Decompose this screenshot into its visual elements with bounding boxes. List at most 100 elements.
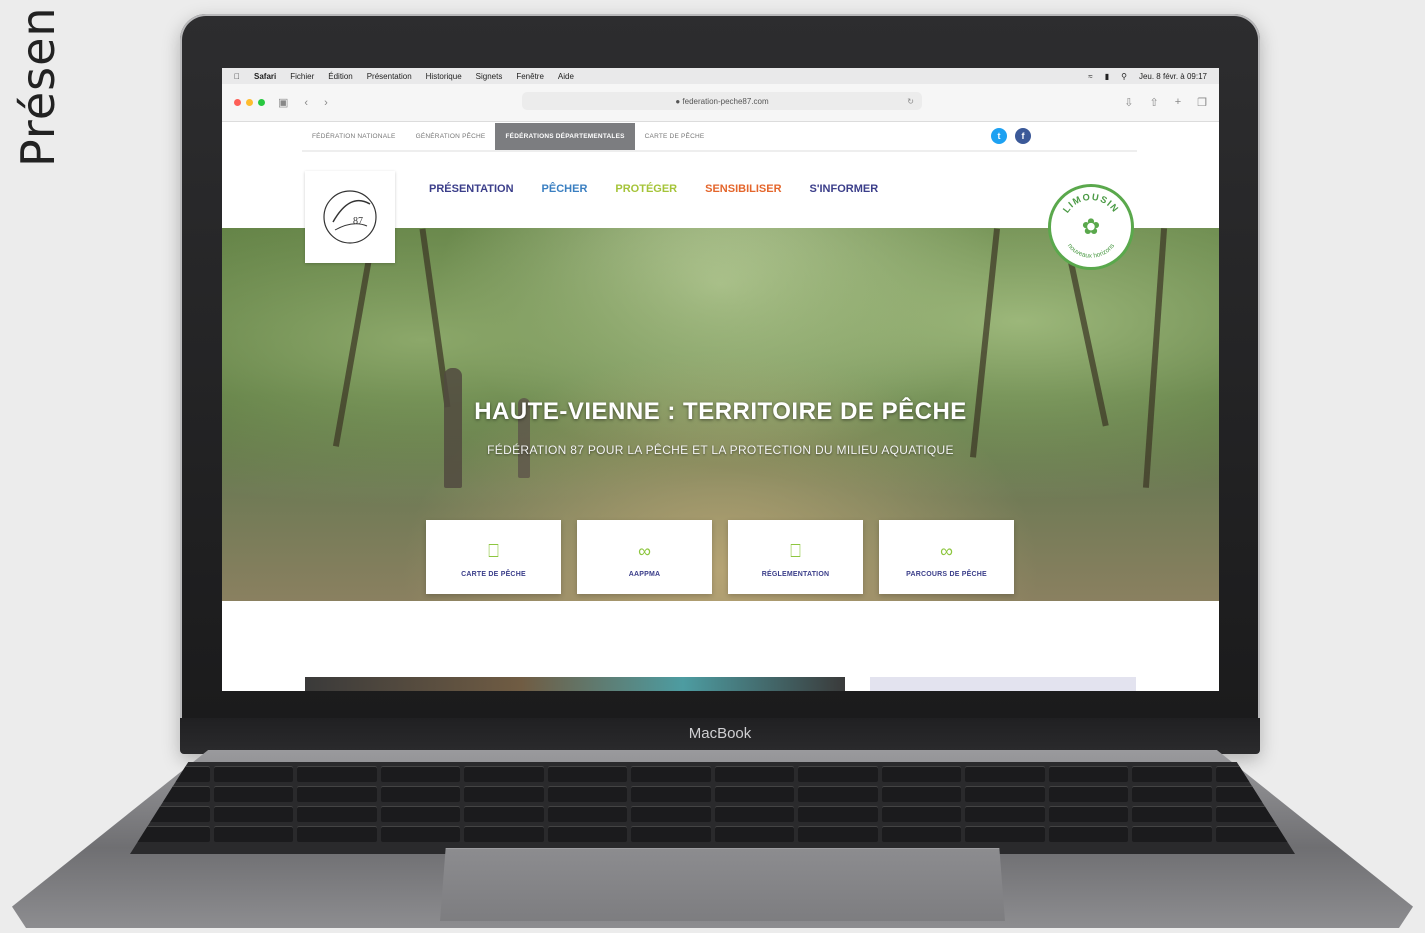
keyboard-key bbox=[881, 826, 961, 842]
topnav-federation-nationale[interactable]: FÉDÉRATION NATIONALE bbox=[302, 123, 406, 150]
card-aappma[interactable]: ∞ AAPPMA bbox=[577, 520, 712, 594]
svg-text:nouveaux horizons: nouveaux horizons bbox=[1066, 242, 1117, 260]
card-label: AAPPMA bbox=[628, 570, 661, 578]
keyboard-key bbox=[881, 766, 961, 782]
minimize-window-button[interactable] bbox=[246, 99, 253, 106]
menu-fichier[interactable]: Fichier bbox=[290, 72, 314, 81]
keyboard-key bbox=[1132, 786, 1212, 802]
fish-icon: ∞ bbox=[638, 540, 651, 561]
forward-icon[interactable]: › bbox=[324, 97, 328, 109]
keyboard-key bbox=[1048, 786, 1128, 802]
keyboard-key bbox=[881, 806, 961, 822]
topnav-federations-departementales[interactable]: FÉDÉRATIONS DÉPARTEMENTALES bbox=[495, 123, 635, 150]
keyboard-key bbox=[1215, 766, 1295, 782]
keyboard-key bbox=[130, 766, 210, 782]
menu-signets[interactable]: Signets bbox=[476, 72, 503, 81]
card-carte-de-peche[interactable]: ⎕ CARTE DE PÊCHE bbox=[426, 520, 561, 594]
key-row bbox=[130, 766, 1295, 782]
reload-icon[interactable]: ↻ bbox=[907, 97, 914, 106]
keyboard-key bbox=[213, 766, 293, 782]
menu-edition[interactable]: Édition bbox=[328, 72, 352, 81]
keyboard-key bbox=[631, 826, 711, 842]
keyboard-key bbox=[798, 806, 878, 822]
card-icon: ⎕ bbox=[488, 540, 499, 561]
trackpad bbox=[440, 848, 1005, 921]
federation-logo-icon: 87 bbox=[323, 190, 377, 244]
sidebar-icon[interactable]: ▣ bbox=[278, 96, 288, 109]
hero-subtitle: FÉDÉRATION 87 POUR LA PÊCHE ET LA PROTEC… bbox=[487, 443, 954, 457]
keyboard-key bbox=[1132, 826, 1212, 842]
keyboard-key bbox=[631, 766, 711, 782]
site-logo[interactable]: 87 bbox=[305, 171, 395, 263]
content-sidebar-strip bbox=[870, 677, 1136, 691]
keyboard-key bbox=[380, 766, 460, 782]
keyboard-key bbox=[297, 786, 377, 802]
url-text: federation-peche87.com bbox=[682, 96, 769, 106]
apple-icon[interactable]:  bbox=[234, 72, 240, 81]
wifi-icon[interactable]: ≈ bbox=[1088, 72, 1092, 81]
card-icon: ⎕ bbox=[790, 540, 801, 561]
key-row bbox=[130, 826, 1295, 842]
search-icon[interactable]: ⚲ bbox=[1121, 72, 1127, 81]
card-reglementation[interactable]: ⎕ RÉGLEMENTATION bbox=[728, 520, 863, 594]
badge-top-text: LIMOUSIN bbox=[1061, 192, 1120, 215]
zoom-window-button[interactable] bbox=[258, 99, 265, 106]
main-nav: PRÉSENTATION PÊCHER PROTÉGER SENSIBILISE… bbox=[429, 183, 878, 195]
menu-app[interactable]: Safari bbox=[254, 72, 276, 81]
card-parcours-de-peche[interactable]: ∞ PARCOURS DE PÊCHE bbox=[879, 520, 1014, 594]
keyboard-key bbox=[798, 786, 878, 802]
back-icon[interactable]: ‹ bbox=[304, 97, 308, 109]
tabs-overview-icon[interactable]: ❐ bbox=[1197, 96, 1207, 109]
nav-sensibiliser[interactable]: SENSIBILISER bbox=[705, 183, 781, 195]
keyboard-key bbox=[965, 766, 1045, 782]
menu-presentation[interactable]: Présentation bbox=[367, 72, 412, 81]
nav-pecher[interactable]: PÊCHER bbox=[542, 183, 588, 195]
keyboard-key bbox=[547, 766, 627, 782]
topnav-generation-peche[interactable]: GÉNÉRATION PÊCHE bbox=[406, 123, 496, 150]
keyboard-key bbox=[213, 806, 293, 822]
content-image-strip bbox=[305, 677, 845, 691]
angler-figure bbox=[444, 368, 462, 488]
keyboard-key bbox=[1048, 766, 1128, 782]
menu-historique[interactable]: Historique bbox=[426, 72, 462, 81]
mac-menubar:  Safari Fichier Édition Présentation Hi… bbox=[222, 68, 1219, 84]
close-window-button[interactable] bbox=[234, 99, 241, 106]
share-icon[interactable]: ⇧ bbox=[1149, 96, 1158, 109]
keyboard-key bbox=[380, 826, 460, 842]
keyboard-key bbox=[714, 786, 794, 802]
keyboard-key bbox=[714, 806, 794, 822]
keyboard-key bbox=[881, 786, 961, 802]
keyboard-key bbox=[714, 826, 794, 842]
keyboard-key bbox=[547, 786, 627, 802]
url-bar[interactable]: ● federation-peche87.com ↻ bbox=[522, 92, 922, 110]
side-text: Présen bbox=[11, 6, 65, 167]
keyboard bbox=[130, 762, 1295, 854]
menu-fenetre[interactable]: Fenêtre bbox=[516, 72, 544, 81]
twitter-icon[interactable]: t bbox=[991, 128, 1007, 144]
card-label: CARTE DE PÊCHE bbox=[461, 570, 526, 578]
device-label: MacBook bbox=[688, 725, 752, 742]
fish-icon: ∞ bbox=[940, 540, 953, 561]
social-links: t f bbox=[991, 128, 1031, 144]
facebook-icon[interactable]: f bbox=[1015, 128, 1031, 144]
menu-aide[interactable]: Aide bbox=[558, 72, 574, 81]
key-row bbox=[130, 806, 1295, 822]
keyboard-key bbox=[631, 786, 711, 802]
keyboard-key bbox=[798, 766, 878, 782]
new-tab-icon[interactable]: + bbox=[1175, 96, 1181, 109]
keyboard-key bbox=[798, 826, 878, 842]
keyboard-key bbox=[297, 806, 377, 822]
battery-icon[interactable]: ▮ bbox=[1105, 72, 1109, 81]
hero-banner: HAUTE-VIENNE : TERRITOIRE DE PÊCHE FÉDÉR… bbox=[222, 228, 1219, 601]
keyboard-key bbox=[1132, 766, 1212, 782]
download-icon[interactable]: ⇩ bbox=[1124, 96, 1133, 109]
nav-presentation[interactable]: PRÉSENTATION bbox=[429, 183, 514, 195]
nav-sinformer[interactable]: S'INFORMER bbox=[810, 183, 879, 195]
nav-proteger[interactable]: PROTÉGER bbox=[615, 183, 677, 195]
keyboard-key bbox=[297, 826, 377, 842]
topnav-carte-de-peche[interactable]: CARTE DE PÊCHE bbox=[635, 123, 715, 150]
keyboard-key bbox=[297, 766, 377, 782]
menubar-clock[interactable]: Jeu. 8 févr. à 09:17 bbox=[1139, 72, 1207, 81]
keyboard-key bbox=[213, 786, 293, 802]
laptop-chin: MacBook bbox=[180, 718, 1260, 754]
